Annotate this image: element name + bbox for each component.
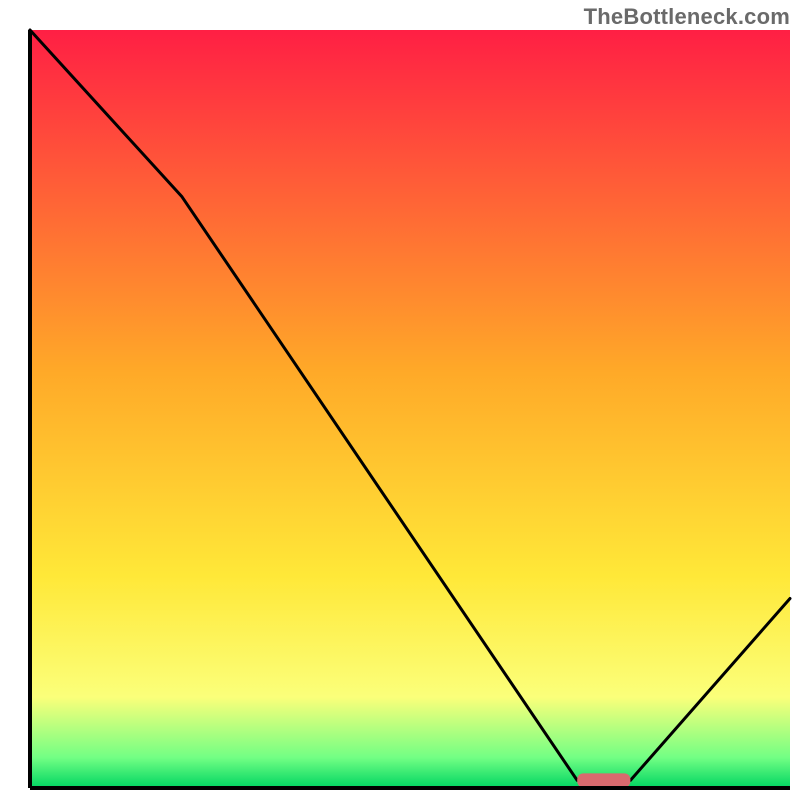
bottleneck-chart (0, 0, 800, 800)
optimal-marker (577, 773, 630, 787)
chart-frame: TheBottleneck.com (0, 0, 800, 800)
plot-background (30, 30, 790, 788)
